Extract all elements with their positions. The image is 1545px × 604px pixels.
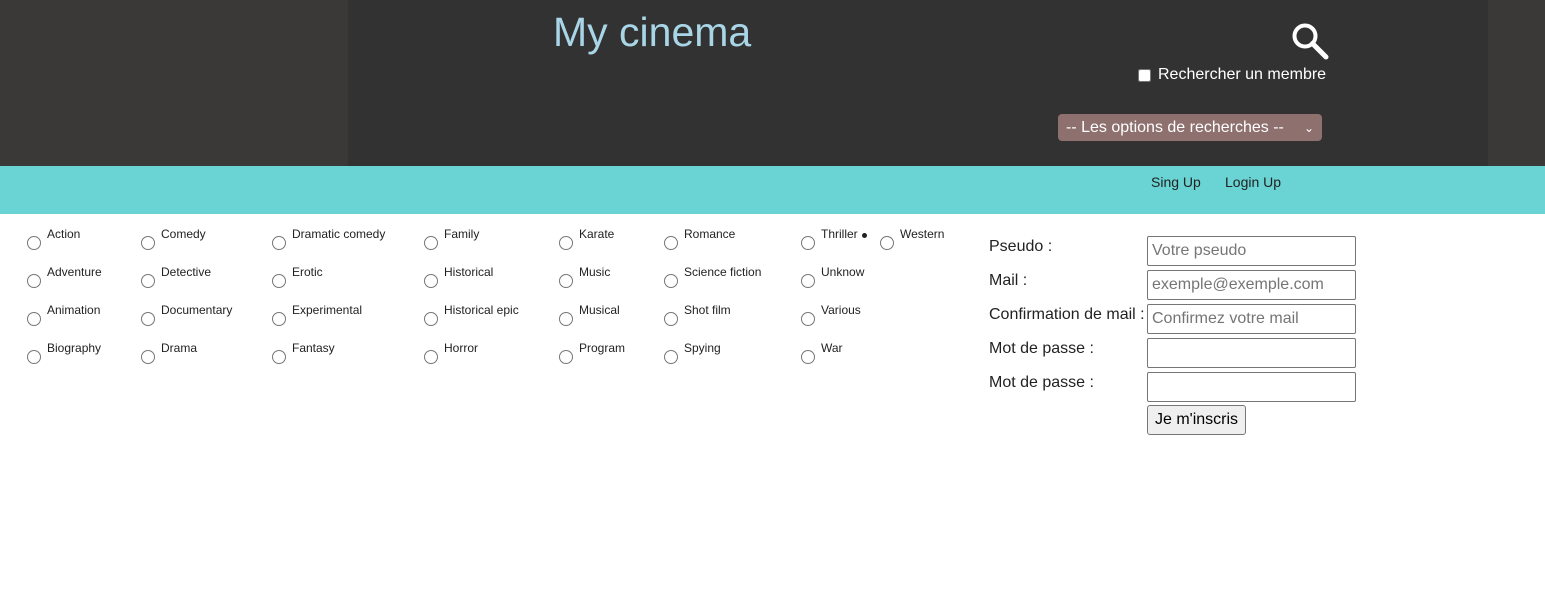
genre-label: Thriller: [821, 227, 858, 241]
genre-label: Music: [579, 265, 611, 279]
genre-radio[interactable]: [424, 274, 438, 288]
genre-label: Dramatic comedy: [292, 227, 386, 241]
signup-submit-button[interactable]: Je m'inscris: [1147, 405, 1246, 435]
genre-radio[interactable]: [880, 236, 894, 250]
signup-link[interactable]: Sing Up: [1151, 174, 1201, 190]
genre-radio[interactable]: [801, 350, 815, 364]
password-input[interactable]: [1147, 338, 1356, 368]
search-icon[interactable]: [1289, 20, 1331, 62]
genre-label: Various: [821, 303, 861, 317]
mail-confirm-input[interactable]: [1147, 304, 1356, 334]
bullet-icon: [862, 233, 867, 238]
genre-label: Fantasy: [292, 341, 335, 355]
password-confirm-input[interactable]: [1147, 372, 1356, 402]
genre-radio[interactable]: [272, 350, 286, 364]
genre-label: Action: [47, 227, 81, 241]
genre-radio[interactable]: [27, 236, 41, 250]
genre-radio[interactable]: [559, 350, 573, 364]
search-options-select[interactable]: -- Les options de recherches -- ⌄: [1058, 114, 1322, 141]
genre-label: Detective: [161, 265, 212, 279]
genre-radio[interactable]: [424, 312, 438, 326]
navbar: [0, 166, 1545, 214]
genre-radio[interactable]: [664, 236, 678, 250]
genre-radio[interactable]: [27, 312, 41, 326]
search-options-value: -- Les options de recherches --: [1066, 118, 1284, 136]
genre-label: Science fiction: [684, 265, 762, 279]
genre-radio[interactable]: [664, 350, 678, 364]
genre-label: Romance: [684, 227, 736, 241]
genre-label: Musical: [579, 303, 620, 317]
mail-confirm-label: Confirmation de mail :: [989, 306, 1145, 323]
genre-radio[interactable]: [664, 312, 678, 326]
genre-label: Animation: [47, 303, 101, 317]
pseudo-label: Pseudo :: [989, 238, 1053, 255]
genre-label: Shot film: [684, 303, 731, 317]
genre-label: Erotic: [292, 265, 323, 279]
genre-radio[interactable]: [141, 350, 155, 364]
genre-label: Family: [444, 227, 480, 241]
genre-radio[interactable]: [141, 274, 155, 288]
genre-label: Program: [579, 341, 626, 355]
genre-label: Western: [900, 227, 945, 241]
pseudo-input[interactable]: [1147, 236, 1356, 266]
genre-label: Karate: [579, 227, 615, 241]
genre-radio[interactable]: [559, 312, 573, 326]
genre-radio[interactable]: [424, 236, 438, 250]
password-confirm-label: Mot de passe :: [989, 374, 1094, 391]
genre-radio[interactable]: [272, 312, 286, 326]
genre-label: Historical epic: [444, 303, 519, 317]
genre-radio[interactable]: [801, 236, 815, 250]
genre-label: Horror: [444, 341, 479, 355]
mail-label: Mail :: [989, 272, 1028, 289]
password-label: Mot de passe :: [989, 340, 1094, 357]
genre-radio[interactable]: [559, 274, 573, 288]
member-search-label: Rechercher un membre: [1158, 66, 1327, 83]
genre-radio[interactable]: [141, 312, 155, 326]
login-link[interactable]: Login Up: [1225, 174, 1281, 190]
genre-radio[interactable]: [664, 274, 678, 288]
mail-input[interactable]: [1147, 270, 1356, 300]
genre-radio[interactable]: [272, 274, 286, 288]
member-search-toggle: Rechercher un membre: [1138, 66, 1326, 84]
genre-label: Experimental: [292, 303, 363, 317]
site-title: My cinema: [553, 9, 752, 55]
genre-radio[interactable]: [141, 236, 155, 250]
genre-label: Historical: [444, 265, 494, 279]
genre-label: Unknow: [821, 265, 865, 279]
genre-label: Drama: [161, 341, 198, 355]
genre-label: Comedy: [161, 227, 206, 241]
genre-radio[interactable]: [424, 350, 438, 364]
genre-radio[interactable]: [27, 350, 41, 364]
chevron-down-icon: ⌄: [1303, 120, 1314, 135]
genre-radio[interactable]: [801, 274, 815, 288]
genre-label: Spying: [684, 341, 721, 355]
genre-label: Biography: [47, 341, 102, 355]
genre-radio[interactable]: [559, 236, 573, 250]
genre-label: War: [821, 341, 843, 355]
genre-radio[interactable]: [27, 274, 41, 288]
genre-radio[interactable]: [272, 236, 286, 250]
genre-label: Documentary: [161, 303, 233, 317]
member-search-checkbox[interactable]: [1138, 68, 1151, 82]
genre-radio[interactable]: [801, 312, 815, 326]
genre-label: Adventure: [47, 265, 102, 279]
